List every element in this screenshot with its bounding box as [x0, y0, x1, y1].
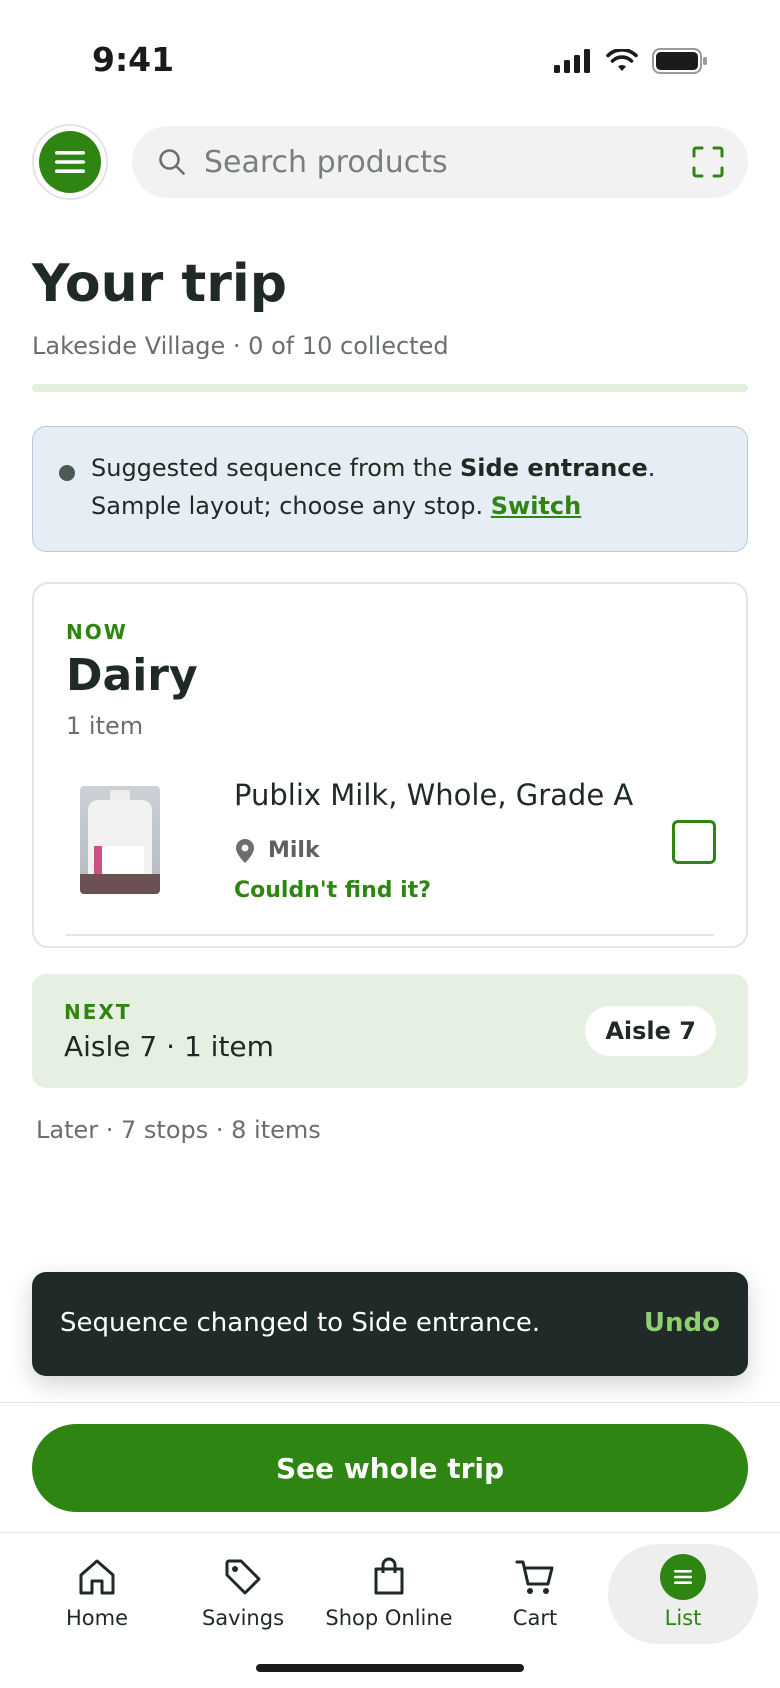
product-location-label: Milk — [268, 838, 320, 863]
divider — [0, 1532, 780, 1533]
product-name[interactable]: Publix Milk, Whole, Grade A — [234, 778, 633, 812]
menu-button[interactable] — [32, 124, 108, 200]
tab-label: Home — [65, 1606, 128, 1630]
page-title: Your trip — [32, 254, 287, 314]
list-icon — [660, 1554, 706, 1600]
signal-icon — [554, 49, 590, 73]
search-icon — [159, 149, 185, 175]
notice-text-before: Suggested sequence from the — [91, 454, 460, 482]
undo-button[interactable]: Undo — [644, 1308, 720, 1338]
switch-entrance-link[interactable]: Switch — [491, 492, 581, 520]
hamburger-icon — [55, 151, 85, 173]
status-time: 9:41 — [92, 40, 175, 79]
notice-entrance: Side entrance — [460, 454, 648, 482]
stop-title: Dairy — [66, 650, 198, 701]
later-summary: Later · 7 stops · 8 items — [36, 1116, 321, 1144]
tab-label: List — [664, 1606, 702, 1630]
current-stop-card: NOW Dairy 1 item Publix Milk, Whole, Gra… — [32, 582, 748, 948]
sequence-notice: Suggested sequence from the Side entranc… — [32, 426, 748, 552]
card-divider — [66, 934, 714, 936]
snackbar: Sequence changed to Side entrance. Undo — [32, 1272, 748, 1376]
now-label: NOW — [66, 620, 128, 644]
tag-icon — [225, 1559, 261, 1595]
trip-progress-bar — [32, 384, 748, 392]
couldnt-find-it-link[interactable]: Couldn't find it? — [234, 878, 431, 903]
snackbar-message: Sequence changed to Side entrance. — [60, 1308, 541, 1338]
aisle-pill: Aisle 7 — [585, 1006, 716, 1056]
barcode-scan-icon[interactable] — [692, 146, 724, 178]
bag-icon — [374, 1557, 404, 1595]
divider — [0, 1402, 780, 1403]
menu-button-inner — [39, 131, 101, 193]
search-input[interactable] — [204, 144, 644, 180]
bottom-tab-bar: Home Savings Shop Online Cart List — [0, 1534, 780, 1650]
tab-label: Shop Online — [325, 1606, 453, 1630]
wifi-icon — [606, 49, 638, 71]
cart-icon — [515, 1560, 554, 1594]
top-bar — [32, 124, 748, 200]
next-stop-text: Aisle 7 · 1 item — [64, 1030, 274, 1063]
notice-message: Suggested sequence from the Side entranc… — [91, 449, 721, 525]
battery-icon — [652, 48, 707, 74]
search-bar[interactable] — [132, 126, 748, 198]
notice-dot-icon — [59, 465, 75, 481]
location-pin-icon — [236, 838, 254, 863]
tab-label: Savings — [201, 1606, 285, 1630]
tab-savings[interactable]: Savings — [170, 1544, 316, 1644]
tab-list[interactable]: List — [608, 1544, 758, 1644]
tab-label: Cart — [512, 1606, 558, 1630]
status-bar: 9:41 — [0, 0, 780, 120]
item-collected-checkbox[interactable] — [672, 820, 716, 864]
next-stop-card[interactable]: NEXT Aisle 7 · 1 item Aisle 7 — [32, 974, 748, 1088]
status-icons — [554, 48, 708, 74]
product-location: Milk — [236, 838, 320, 863]
home-icon — [79, 1559, 115, 1595]
tab-cart[interactable]: Cart — [462, 1544, 608, 1644]
trip-subtitle: Lakeside Village · 0 of 10 collected — [32, 332, 449, 360]
next-label: NEXT — [64, 1000, 132, 1024]
see-whole-trip-button[interactable]: See whole trip — [32, 1424, 748, 1512]
tab-home[interactable]: Home — [24, 1544, 170, 1644]
stop-item-count: 1 item — [66, 712, 144, 740]
tab-shop-online[interactable]: Shop Online — [316, 1544, 462, 1644]
home-indicator — [256, 1664, 524, 1672]
product-image[interactable] — [80, 786, 160, 894]
